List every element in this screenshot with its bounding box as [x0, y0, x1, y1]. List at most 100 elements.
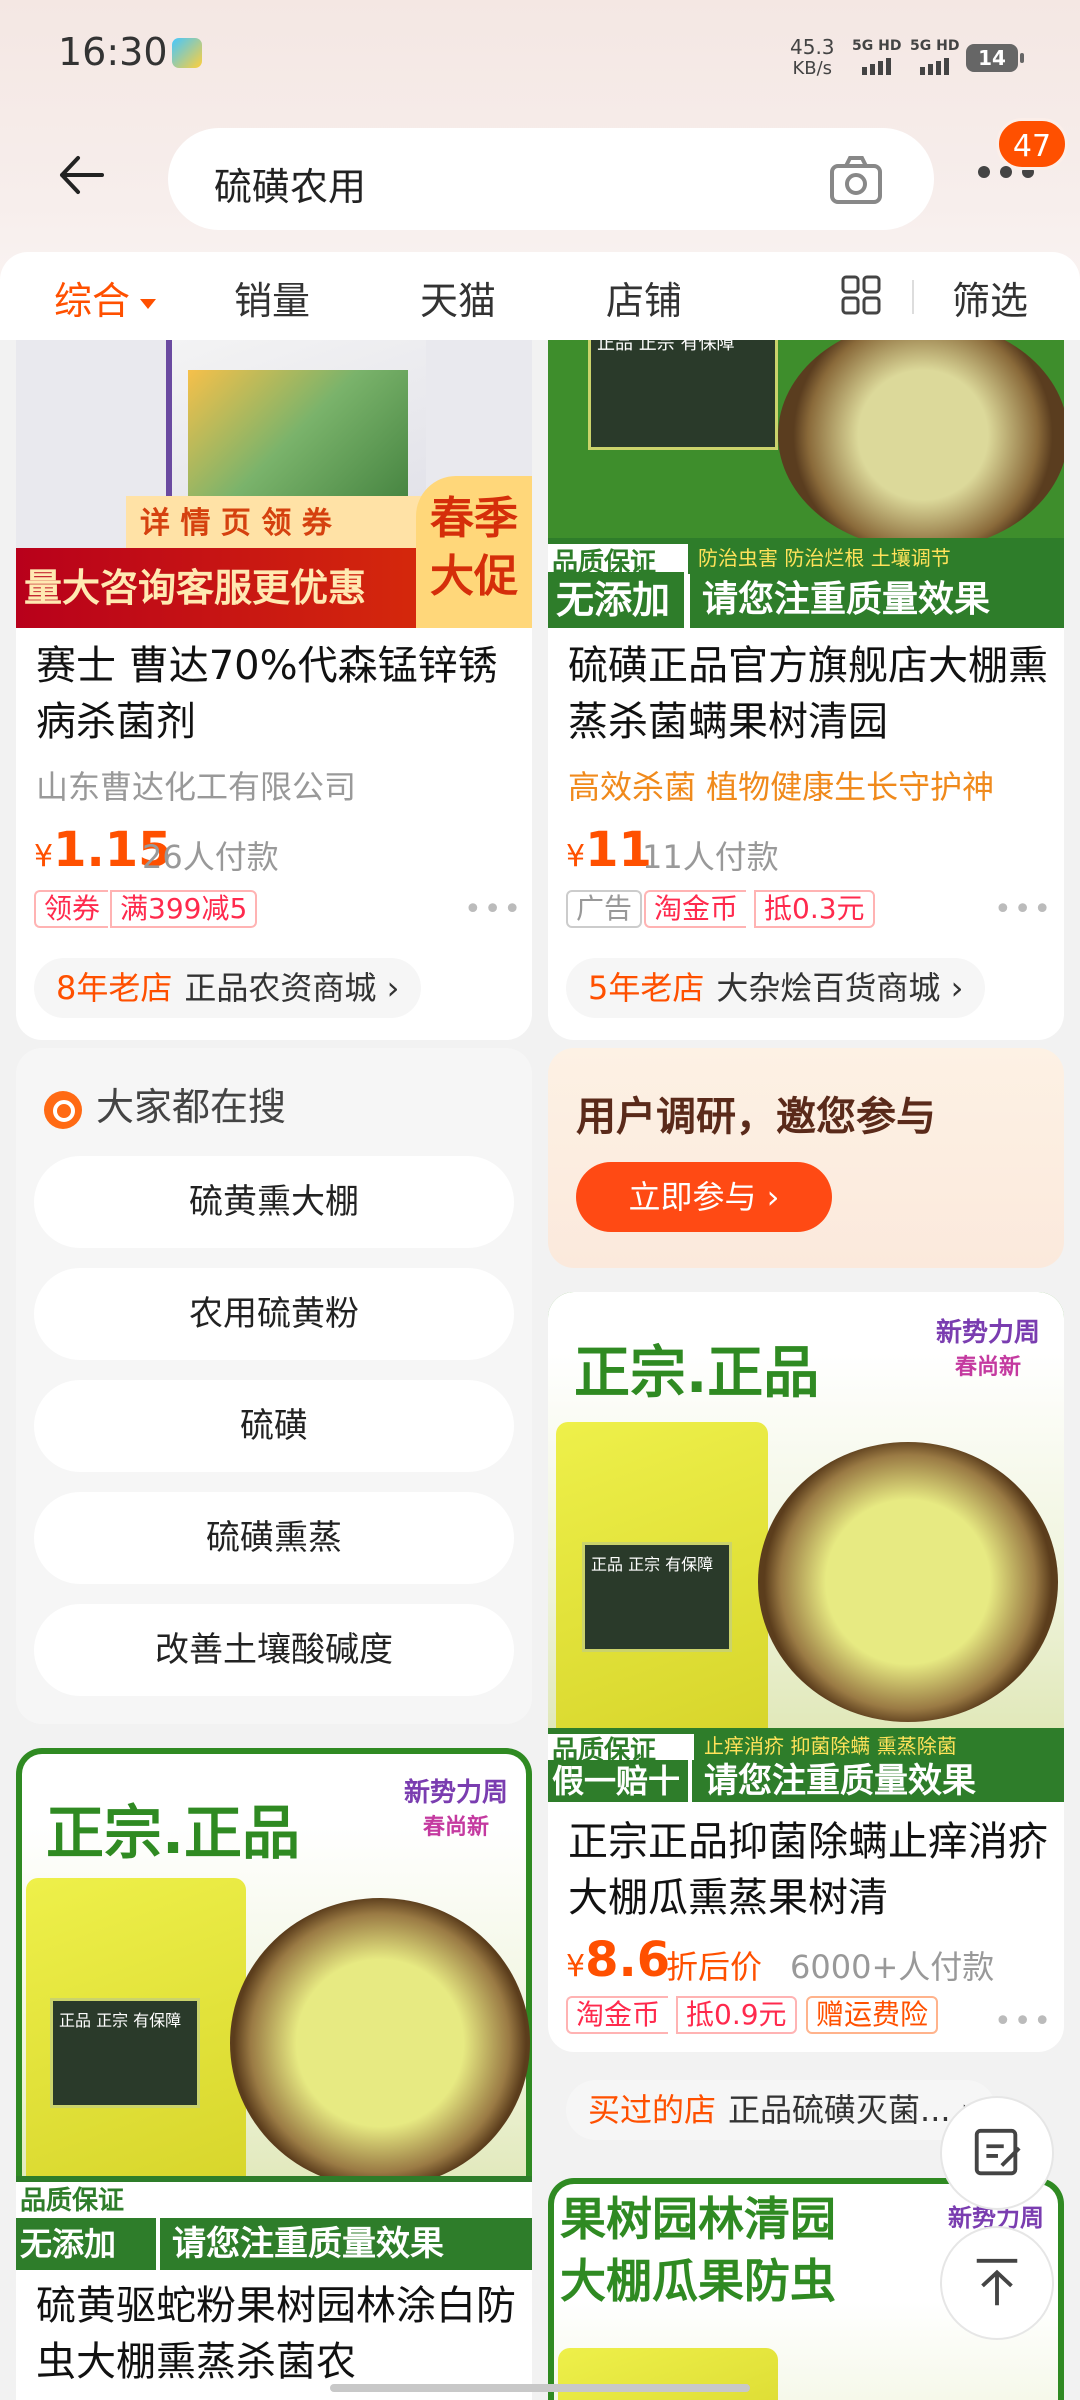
hot-search-item[interactable]: 硫磺熏蒸 [34, 1492, 514, 1584]
search-icon [44, 1090, 82, 1129]
banner-right: 请您注重质量效果 [692, 1760, 1064, 1802]
banner-features: 防治虫害 防治烂根 土壤调节 [688, 542, 1064, 574]
shop-name: 大杂烩百货商城 [716, 969, 941, 1007]
banner-left: 无添加 [548, 572, 684, 628]
banner-promo-badge: 春季大促 [416, 476, 532, 628]
product-price: ¥8.6 [566, 1932, 670, 1988]
banner-bottom-text: 量大咨询客服更优惠 [16, 548, 436, 628]
deduct-tag: 抵0.9元 [676, 1996, 797, 2034]
week-title: 新势力周 [935, 1318, 1040, 1348]
shop-link[interactable]: 买过的店正品硫磺灭菌... › [566, 2080, 996, 2140]
taojinbi-tag: 淘金币 [644, 890, 747, 928]
company-name: 山东曹达化工有限公司 [36, 768, 357, 806]
hot-search-panel: 大家都在搜 硫黄熏大棚 农用硫黄粉 硫磺 硫磺熏蒸 改善土壤酸碱度 [16, 1048, 532, 1724]
bag-label: 正品 正宗 有保障 [582, 1542, 732, 1652]
battery-icon: 14 [966, 44, 1024, 72]
big-headline: 正宗.正品 [574, 1341, 820, 1406]
week-subtitle: 春尚新 [422, 1815, 489, 1840]
banner-quality: 品质保证 [20, 2186, 125, 2216]
back-to-top-button[interactable] [940, 2226, 1054, 2340]
hot-search-title: 大家都在搜 [96, 1085, 287, 1129]
product-card[interactable]: 正宗.正品 新势力周 春尚新 正品 正宗 有保障 品质保证 止痒消疥 抑菌除螨 熏… [548, 1292, 1064, 2052]
product-feed: 详 情 页 领 券 量大咨询客服更优惠 春季大促 赛士 曹达70%代森锰锌锈病杀… [0, 340, 1080, 2400]
shop-name: 正品农资商城 [184, 969, 377, 1007]
taojinbi-tag: 淘金币 [566, 1996, 669, 2034]
message-badge: 47 [996, 118, 1068, 170]
edit-feedback-button[interactable] [940, 2096, 1054, 2210]
banner-right: 请您注重质量效果 [160, 2218, 532, 2270]
hot-search-item[interactable]: 硫黄熏大棚 [34, 1156, 514, 1248]
home-indicator[interactable] [330, 2384, 750, 2392]
signal-bars-icon [862, 58, 891, 75]
product-price: ¥11 [566, 822, 652, 878]
shop-visited-badge: 买过的店 [588, 2091, 717, 2129]
week-subtitle: 春尚新 [954, 1355, 1021, 1380]
tab-shops[interactable]: 店铺 [606, 270, 682, 325]
product-card[interactable]: 详 情 页 领 券 量大咨询客服更优惠 春季大促 赛士 曹达70%代森锰锌锈病杀… [16, 340, 532, 1040]
filter-button[interactable]: 筛选 [952, 270, 1028, 325]
survey-card: 用户调研，邀您参与 立即参与 › [548, 1048, 1064, 1268]
fashion-week-badge: 新势力周春尚新 [394, 1772, 518, 1841]
app-notification-icon [172, 38, 202, 68]
search-query: 硫磺农用 [214, 165, 367, 209]
camera-icon[interactable] [828, 152, 884, 208]
hot-search-header: 大家都在搜 [44, 1076, 286, 1131]
week-title: 新势力周 [403, 1778, 508, 1808]
currency-symbol: ¥ [34, 839, 54, 874]
paid-count: 6000+人付款 [790, 1948, 995, 1986]
banner-features: 止痒消疥 抑菌除螨 熏蒸除菌 [694, 1732, 1064, 1760]
product-image: 详 情 页 领 券 量大咨询客服更优惠 春季大促 [16, 340, 532, 628]
survey-title: 用户调研，邀您参与 [576, 1094, 936, 1140]
survey-join-button[interactable]: 立即参与 › [576, 1162, 832, 1232]
shop-link[interactable]: 8年老店 正品农资商城 › [34, 958, 422, 1018]
product-title: 硫黄驱蛇粉果树园林涂白防虫大棚熏蒸杀菌农 [36, 2283, 516, 2385]
sulfur-bowl-image [778, 340, 1064, 550]
product-card[interactable]: 正宗.正品 新势力周春尚新 正品 正宗 有保障 品质保证 无添加 请您注重质量效… [16, 1748, 532, 2400]
product-image: 正品 正宗 有保障 防治虫害 防治烂根 土壤调节 品质保证 无添加 请您注重质量… [548, 340, 1064, 628]
banner-left: 无添加 [16, 2218, 156, 2270]
discount-tag: 满399减5 [110, 890, 258, 928]
signal-label-1: 5G HD [852, 38, 902, 54]
grid-view-icon[interactable] [840, 274, 882, 316]
signal-bars-icon-2 [920, 58, 949, 75]
fashion-week-badge: 新势力周春尚新 [928, 1312, 1048, 1381]
big-headline: 正宗.正品 [46, 1799, 301, 1867]
bag-label: 正品 正宗 有保障 [50, 1998, 200, 2108]
product-title: 赛士 曹达70%代森锰锌锈病杀菌剂 [36, 643, 498, 745]
shop-link[interactable]: 5年老店 大杂烩百货商城 › [566, 958, 986, 1018]
headline: 果树园林清园 大棚瓜果防虫 [560, 2188, 836, 2312]
sort-tabs: 综合 销量 天猫 店铺 筛选 [0, 252, 1080, 340]
price-value: 8.6 [585, 1932, 671, 1988]
banner-left: 假一赔十 [548, 1760, 688, 1802]
tab-sales[interactable]: 销量 [234, 270, 310, 325]
tab-tmall[interactable]: 天猫 [420, 270, 496, 325]
status-time: 16:30 [58, 30, 168, 74]
back-arrow-icon[interactable] [56, 150, 106, 200]
shop-name: 正品硫磺灭菌... [728, 2091, 951, 2129]
product-image: 正宗.正品 新势力周 春尚新 正品 正宗 有保障 品质保证 止痒消疥 抑菌除螨 熏… [548, 1292, 1064, 1802]
currency-symbol: ¥ [566, 1949, 586, 1984]
shop-age-badge: 5年老店 [588, 969, 705, 1007]
more-options-icon[interactable]: ••• [994, 2004, 1053, 2039]
more-options-icon[interactable]: ••• [464, 892, 523, 927]
search-input[interactable]: 硫磺农用 [168, 128, 934, 230]
more-options-icon[interactable]: ••• [994, 892, 1053, 927]
shipping-insurance-tag: 赠运费险 [806, 1996, 939, 2034]
hot-search-item[interactable]: 改善土壤酸碱度 [34, 1604, 514, 1696]
banner-right: 请您注重质量效果 [690, 572, 1064, 628]
signal-label-2: 5G HD [910, 38, 960, 54]
coupon-tag: 领券 [34, 890, 109, 928]
network-speed-value: 45.3 [790, 35, 835, 59]
bag-label: 正品 正宗 有保障 [588, 340, 778, 450]
network-speed: 45.3 KB/s [790, 36, 835, 80]
divider [912, 280, 914, 314]
hot-search-item[interactable]: 硫磺 [34, 1380, 514, 1472]
product-card[interactable]: 正品 正宗 有保障 防治虫害 防治烂根 土壤调节 品质保证 无添加 请您注重质量… [548, 340, 1064, 1040]
tab-comprehensive[interactable]: 综合 [54, 270, 157, 325]
paid-count: 11人付款 [642, 838, 779, 876]
currency-symbol: ¥ [566, 839, 586, 874]
hot-search-item[interactable]: 农用硫黄粉 [34, 1268, 514, 1360]
edit-icon [974, 2128, 1021, 2176]
arrow-up-icon [976, 2258, 1018, 2306]
product-slogan: 高效杀菌 植物健康生长守护神 [568, 768, 995, 806]
